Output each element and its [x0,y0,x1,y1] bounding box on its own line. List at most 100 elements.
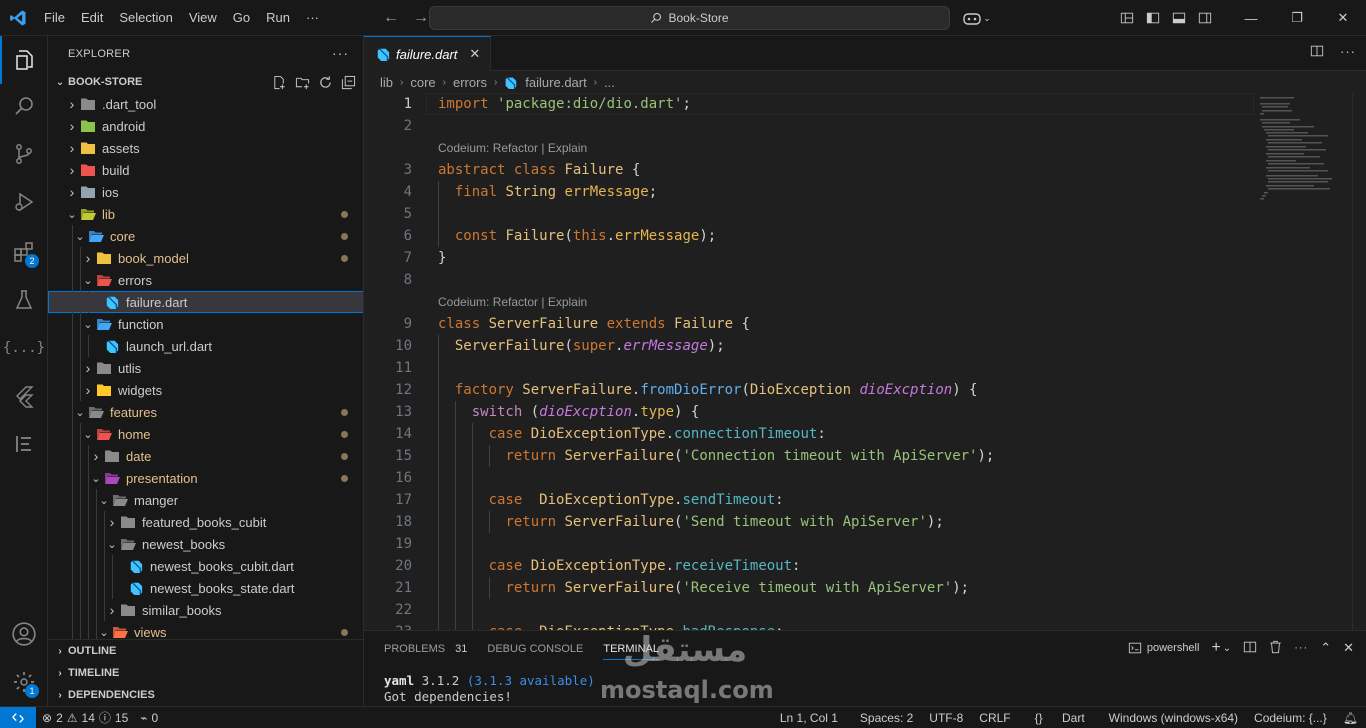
tab-debug-console[interactable]: DEBUG CONSOLE [487,643,583,655]
codelens-text[interactable]: Codeium: Refactor | Explain [438,137,587,159]
tab-failure-dart[interactable]: failure.dart ✕ [364,36,492,71]
cursor-position[interactable]: Ln 1, Col 1 [772,711,846,725]
flutter-icon[interactable] [0,372,48,420]
terminal-shell-selector[interactable]: powershell [1128,641,1199,655]
explorer-more-actions[interactable]: ··· [332,45,349,61]
indentation[interactable]: Spaces: 2 [852,711,921,725]
tab-problems[interactable]: PROBLEMS 31 [384,643,467,655]
codelens[interactable]: Codeium: Refactor | Explain [364,137,1254,159]
tree-folder[interactable]: › widgets [48,379,363,401]
tree-folder[interactable]: ⌄ errors [48,269,363,291]
forward-arrow-icon[interactable]: → [413,9,429,27]
tree-folder[interactable]: › date [48,445,363,467]
tree-folder[interactable]: ⌄ newest_books [48,533,363,555]
tree-folder[interactable]: › ios [48,181,363,203]
ports-status[interactable]: ⌁ 0 [140,711,158,725]
collapse-all-icon[interactable] [339,73,357,91]
split-editor-icon[interactable] [1310,44,1324,61]
maximize-panel-icon[interactable]: ⌃ [1320,640,1331,656]
tree-file[interactable]: newest_books_state.dart [48,577,363,599]
tree-folder[interactable]: ⌄ views [48,621,363,639]
flutter-device[interactable]: Windows (windows-x64) [1101,711,1246,725]
breadcrumb-lib[interactable]: lib [380,75,393,90]
source-control-icon[interactable] [0,130,48,178]
tree-folder[interactable]: ⌄ features [48,401,363,423]
new-folder-icon[interactable] [293,73,311,91]
customize-layout-icon[interactable] [1114,5,1140,31]
search-view-icon[interactable] [0,82,48,130]
chevron-down-icon[interactable]: ⌄ [1223,643,1231,654]
tree-folder[interactable]: ⌄ core [48,225,363,247]
timeline-view-icon[interactable] [0,420,48,468]
tree-folder[interactable]: › assets [48,137,363,159]
code-editor[interactable]: 1 import 'package:dio/dio.dart'; 2 Codeium:… [364,93,1254,630]
line-ending[interactable]: CRLF [971,711,1018,725]
tree-file[interactable]: launch_url.dart [48,335,363,357]
more-actions-icon[interactable]: ··· [1294,642,1308,654]
copilot-icon[interactable]: ⌄ [960,5,994,31]
toggle-panel-icon[interactable] [1166,5,1192,31]
language-mode[interactable]: {} Dart [1019,711,1101,725]
toggle-secondary-sidebar-icon[interactable] [1192,5,1218,31]
tree-folder[interactable]: › book_model [48,247,363,269]
tree-folder[interactable]: › build [48,159,363,181]
run-debug-icon[interactable] [0,178,48,226]
menu-selection[interactable]: Selection [111,10,180,25]
menu-view[interactable]: View [181,10,225,25]
menu-edit[interactable]: Edit [73,10,111,25]
breadcrumb-symbol[interactable]: ... [604,75,615,90]
command-center-search[interactable]: Book-Store [429,6,950,30]
tree-folder[interactable]: › utlis [48,357,363,379]
minimize-icon[interactable]: — [1228,0,1274,36]
tree-folder[interactable]: › featured_books_cubit [48,511,363,533]
breadcrumb-errors[interactable]: errors [453,75,487,90]
json-braces-icon[interactable]: {...} [0,324,48,372]
dependencies-section[interactable]: › DEPENDENCIES [48,684,363,706]
close-window-icon[interactable]: ✕ [1320,0,1366,36]
tree-folder[interactable]: › .dart_tool [48,93,363,115]
remote-indicator-icon[interactable] [0,706,36,728]
tree-folder[interactable]: ⌄ presentation [48,467,363,489]
encoding[interactable]: UTF-8 [921,711,971,725]
breadcrumb-file[interactable]: failure.dart [525,75,586,90]
split-terminal-icon[interactable] [1243,640,1257,657]
close-tab-icon[interactable]: ✕ [469,46,480,62]
close-panel-icon[interactable]: ✕ [1343,640,1354,656]
trash-icon[interactable] [1269,640,1282,657]
minimap[interactable] [1258,93,1348,630]
codeium-status[interactable]: Codeium: {...} [1246,711,1335,725]
tree-folder[interactable]: ⌄ manger [48,489,363,511]
tab-terminal[interactable]: TERMINAL [603,643,659,660]
outline-section[interactable]: › OUTLINE [48,640,363,662]
menu-file[interactable]: File [36,10,73,25]
new-file-icon[interactable] [270,73,288,91]
back-arrow-icon[interactable]: ← [383,9,399,27]
extensions-icon[interactable]: 2 [0,228,48,276]
tree-folder[interactable]: › android [48,115,363,137]
menu-run[interactable]: Run [258,10,298,25]
notifications-bell-icon[interactable]: 🔔︎ [1335,711,1366,725]
new-terminal-icon[interactable]: + [1211,639,1220,657]
tree-folder[interactable]: ⌄ home [48,423,363,445]
menu-go[interactable]: Go [225,10,258,25]
tree-file[interactable]: failure.dart [48,291,363,313]
settings-gear-icon[interactable]: 1 [0,658,48,706]
codelens-text[interactable]: Codeium: Refactor | Explain [438,291,587,313]
timeline-section[interactable]: › TIMELINE [48,662,363,684]
editor-scrollbar[interactable] [1352,93,1366,630]
testing-icon[interactable] [0,276,48,324]
tree-file[interactable]: newest_books_cubit.dart [48,555,363,577]
refresh-icon[interactable] [316,73,334,91]
tree-folder[interactable]: ⌄ function [48,313,363,335]
menu-more[interactable]: ··· [298,10,327,25]
tree-folder[interactable]: ⌄ lib [48,203,363,225]
tree-folder[interactable]: › similar_books [48,599,363,621]
more-actions-icon[interactable]: ··· [1340,44,1356,61]
terminal-output[interactable]: yaml 3.1.2 (3.1.3 available) Got depende… [384,673,595,705]
codelens[interactable]: Codeium: Refactor | Explain [364,291,1254,313]
restore-icon[interactable]: ❐ [1274,0,1320,36]
toggle-primary-sidebar-icon[interactable] [1140,5,1166,31]
explorer-icon[interactable] [0,36,48,84]
problems-status[interactable]: ⊗ 2 ⚠ 14 ⓘ 15 [42,709,128,726]
breadcrumb-core[interactable]: core [410,75,435,90]
